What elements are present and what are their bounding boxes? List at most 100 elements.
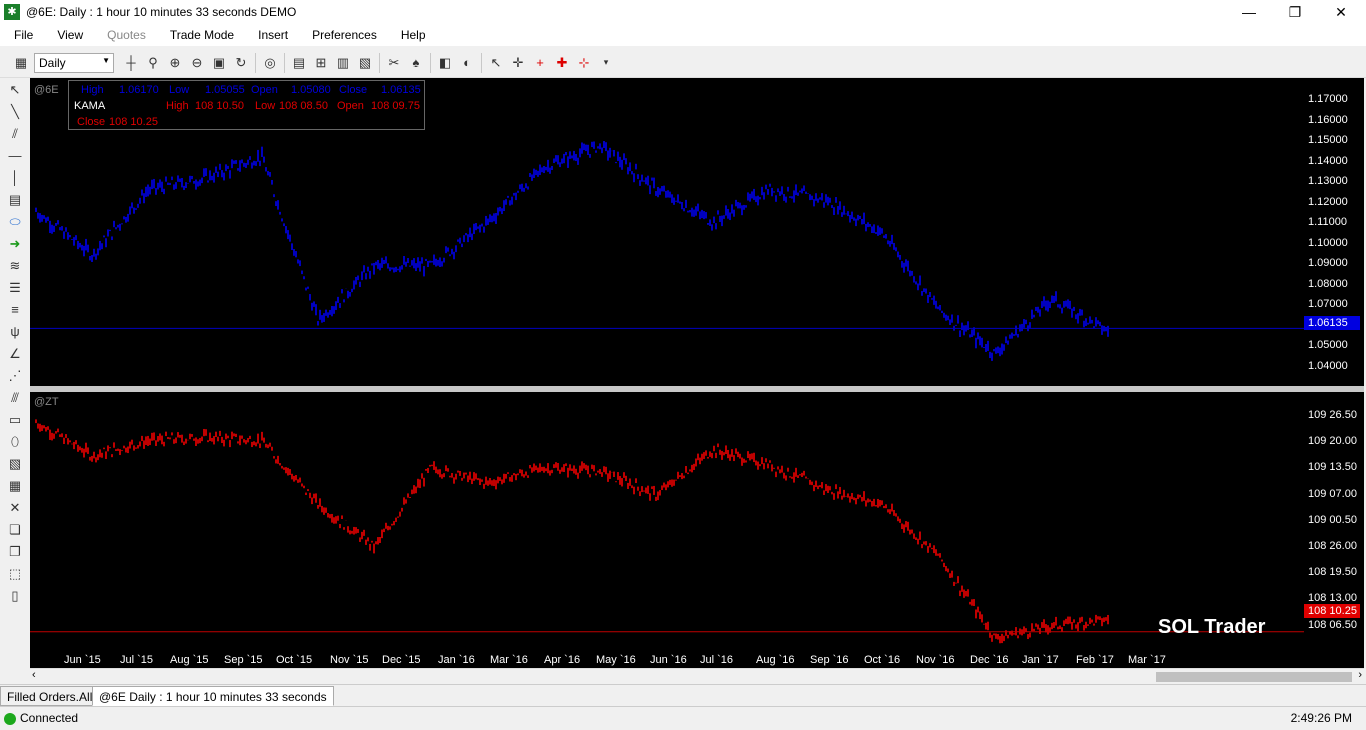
- zoom-out-icon[interactable]: ⊖: [186, 52, 208, 74]
- chart-style-icon[interactable]: ◎: [259, 52, 281, 74]
- x-tick-label: Dec `16: [970, 654, 1009, 666]
- connection-status-icon: [4, 713, 16, 725]
- zoom-icon[interactable]: ⚲: [142, 52, 164, 74]
- toolbar-separator: [284, 52, 285, 73]
- window-title: @6E: Daily : 1 hour 10 minutes 33 second…: [26, 5, 297, 19]
- lock-icon[interactable]: ▣: [208, 52, 230, 74]
- note-icon[interactable]: ▤: [4, 189, 26, 210]
- interval-select[interactable]: Daily ▼: [34, 52, 114, 73]
- channel-icon[interactable]: ⫽: [4, 123, 26, 144]
- toolbar-overflow-icon[interactable]: ▾: [595, 52, 617, 74]
- y-tick-label: 109 00.50: [1308, 513, 1357, 526]
- eraser-icon[interactable]: ◐: [456, 52, 478, 74]
- menu-file[interactable]: File: [0, 28, 43, 42]
- scroll-right-icon[interactable]: ›: [1358, 669, 1362, 681]
- info-zt-close: 108 10.25: [109, 116, 158, 128]
- zoom-in-icon[interactable]: ⊕: [164, 52, 186, 74]
- gann-fan-icon[interactable]: ⋰: [4, 365, 26, 386]
- tab-chart[interactable]: @6E Daily : 1 hour 10 minutes 33 seconds: [92, 686, 334, 706]
- scroll-left-icon[interactable]: ‹: [32, 669, 36, 681]
- menu-quotes[interactable]: Quotes: [93, 28, 156, 42]
- pointer-icon[interactable]: ↖: [485, 52, 507, 74]
- menu-trade-mode[interactable]: Trade Mode: [156, 28, 244, 42]
- toolbar: ▦ Daily ▼ ┼ ⚲ ⊕ ⊖ ▣ ↻ ◎ ▤ ⊞ ▥ ▧ ✂ ♠ ◧ ◐ …: [0, 48, 1366, 78]
- minimize-button[interactable]: —: [1226, 0, 1272, 24]
- horizontal-scrollbar[interactable]: ‹ ›: [30, 668, 1364, 684]
- price-chart-zt[interactable]: [30, 392, 1304, 650]
- parallel-lines-icon[interactable]: ⫻: [4, 387, 26, 408]
- bar-type-icon[interactable]: ┼: [120, 52, 142, 74]
- info-zt-low: 108 08.50: [279, 100, 328, 112]
- scissors-icon[interactable]: ✂: [383, 52, 405, 74]
- notes-icon[interactable]: ◧: [434, 52, 456, 74]
- x-tick-label: Jun `16: [650, 654, 687, 666]
- tab-strip: Filled Orders.All:0 @6E Daily : 1 hour 1…: [0, 684, 1366, 706]
- layout-icon[interactable]: ⊞: [310, 52, 332, 74]
- menu-insert[interactable]: Insert: [244, 28, 298, 42]
- chart-area[interactable]: @6E @ZT: [30, 78, 1364, 668]
- x-tick-label: Oct `15: [276, 654, 313, 666]
- chart-properties-icon[interactable]: ▦: [4, 475, 26, 496]
- price-axis-6e[interactable]: 1.17000 1.16000 1.15000 1.14000 1.13000 1.120…: [1304, 80, 1362, 386]
- toolbar-separator: [481, 52, 482, 73]
- x-tick-label: Feb `17: [1076, 654, 1114, 666]
- snap-cursor-icon[interactable]: ⊹: [573, 52, 595, 74]
- y-tick-label: 1.09000: [1308, 257, 1348, 269]
- scrollbar-thumb[interactable]: [1156, 672, 1352, 682]
- info-6e-open-label: Open: [251, 84, 278, 96]
- refresh-icon[interactable]: ↻: [230, 52, 252, 74]
- target-cursor-icon[interactable]: ✚: [551, 52, 573, 74]
- copy-icon[interactable]: ❏: [4, 519, 26, 540]
- toolbar-separator: [379, 52, 380, 73]
- lock-drawing-icon[interactable]: ▯: [4, 585, 26, 606]
- fib-extension-icon[interactable]: ≡: [4, 299, 26, 320]
- menu-help[interactable]: Help: [387, 28, 436, 42]
- select-icon[interactable]: ↖: [4, 79, 26, 100]
- vertical-line-icon[interactable]: │: [4, 167, 26, 188]
- cross-cursor-icon[interactable]: +: [529, 52, 551, 74]
- angle-icon[interactable]: ∠: [4, 343, 26, 364]
- select-area-icon[interactable]: ⬚: [4, 563, 26, 584]
- stats-icon[interactable]: ▧: [354, 52, 376, 74]
- paste-icon[interactable]: ❐: [4, 541, 26, 562]
- info-6e-low-label: Low: [169, 84, 190, 96]
- ellipse-icon[interactable]: ⬯: [4, 431, 26, 452]
- rectangle-icon[interactable]: ▭: [4, 409, 26, 430]
- x-tick-label: Oct `16: [864, 654, 901, 666]
- x-tick-label: Dec `15: [382, 654, 421, 666]
- menu-preferences[interactable]: Preferences: [298, 28, 387, 42]
- close-button[interactable]: ✕: [1318, 0, 1364, 24]
- insert-indicator-icon[interactable]: ▤: [288, 52, 310, 74]
- symbol-lookup-icon[interactable]: ▦: [10, 52, 32, 74]
- crosshair-icon[interactable]: ✛: [507, 52, 529, 74]
- callout-icon[interactable]: ⬭: [4, 211, 26, 232]
- delete-drawing-icon[interactable]: ✕: [4, 497, 26, 518]
- pitchfork-icon[interactable]: ψ: [4, 321, 26, 342]
- price-pane-zt[interactable]: @ZT: [30, 392, 1364, 650]
- menu-view[interactable]: View: [43, 28, 93, 42]
- horizontal-line-icon[interactable]: —: [4, 145, 26, 166]
- toolbar-separator: [255, 52, 256, 73]
- template-icon[interactable]: ▧: [4, 453, 26, 474]
- info-indicator-name: KAMA: [74, 100, 106, 112]
- drawing-toolbar: ↖ ╲ ⫽ — │ ▤ ⬭ ➜ ≋ ☰ ≡ ψ ∠ ⋰ ⫻ ▭ ⬯ ▧ ▦ ✕ …: [0, 78, 30, 666]
- time-axis[interactable]: Jun `15 Jul `15 Aug `15 Sep `15 Oct `15 Nov `…: [30, 652, 1304, 668]
- fibonacci-icon[interactable]: ☰: [4, 277, 26, 298]
- y-tick-label: 1.04000: [1308, 359, 1348, 372]
- info-6e-close-label: Close: [339, 84, 368, 96]
- chevron-down-icon: ▼: [102, 55, 110, 65]
- color-bars-icon[interactable]: ▥: [332, 52, 354, 74]
- arrow-icon[interactable]: ➜: [4, 233, 26, 254]
- y-tick-label: 1.16000: [1308, 113, 1348, 126]
- status-bar: Connected 2:49:26 PM: [0, 706, 1366, 730]
- trendline-icon[interactable]: ╲: [4, 101, 26, 122]
- info-zt-open-label: Open: [337, 100, 364, 112]
- wave-icon[interactable]: ≋: [4, 255, 26, 276]
- alert-bell-icon[interactable]: ♠: [405, 52, 427, 74]
- watermark: SOL Trader: [1158, 616, 1266, 638]
- maximize-button[interactable]: ❐: [1272, 0, 1318, 24]
- last-price-marker-zt: 108 10.25: [1304, 604, 1360, 618]
- data-window: High 1.06170 Low 1.05055 Open 1.05080 Cl…: [68, 80, 425, 130]
- y-tick-label: 109 26.50: [1308, 409, 1357, 421]
- interval-value: Daily: [39, 55, 66, 70]
